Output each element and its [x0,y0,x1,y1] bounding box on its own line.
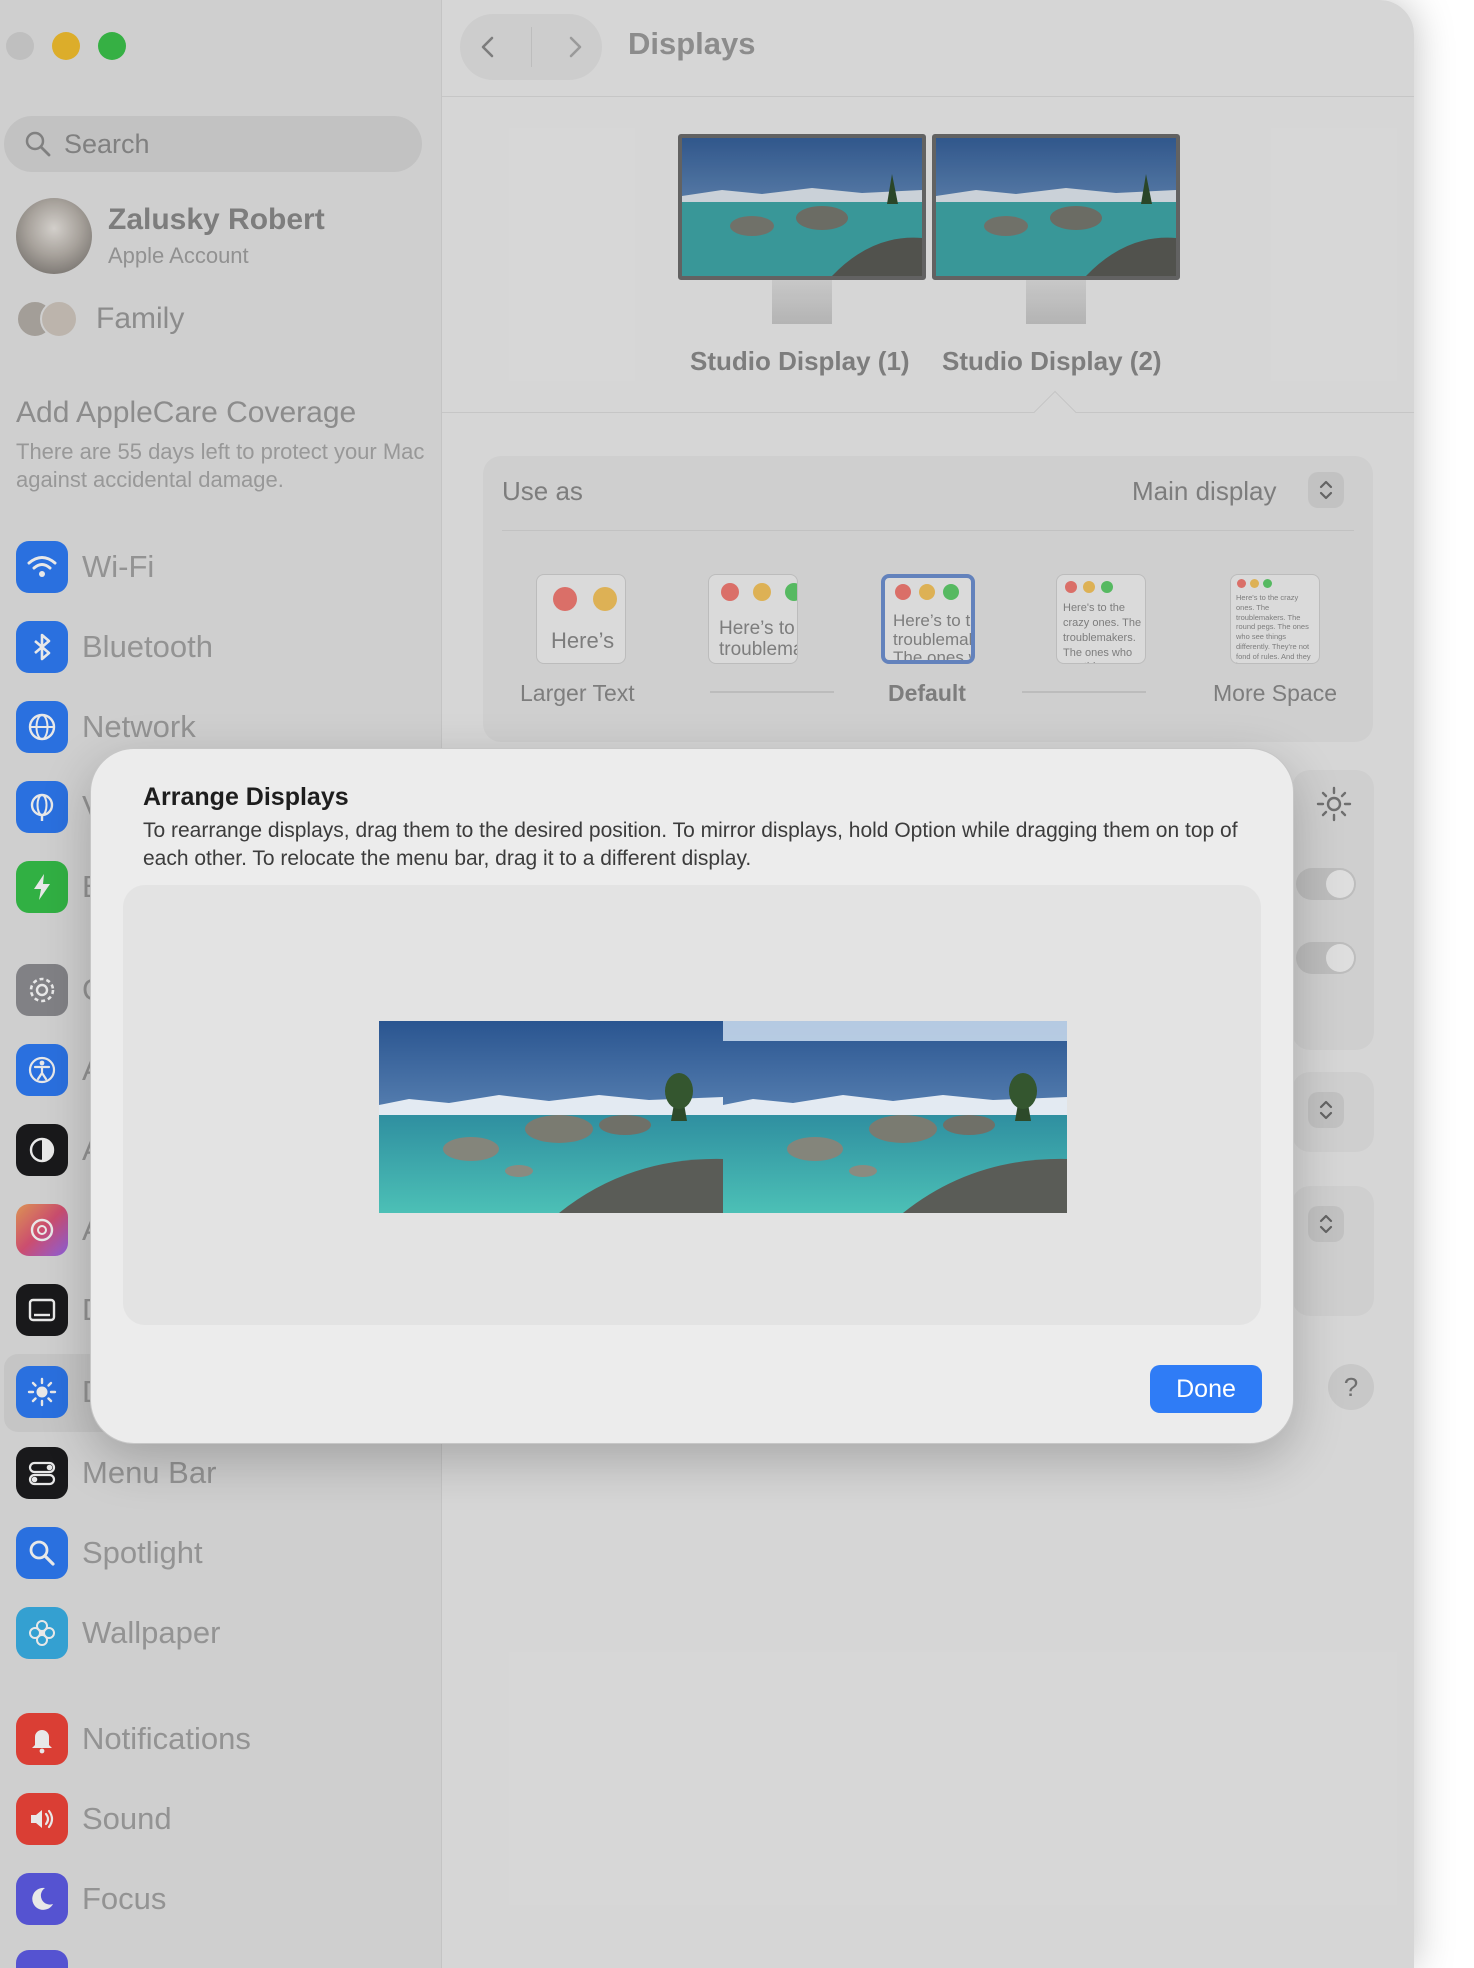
arrange-display-2[interactable] [723,1021,1067,1213]
system-settings-window: Search Zalusky Robert Apple Account Fami… [0,0,1414,1968]
dialog-description: To rearrange displays, drag them to the … [143,819,1238,870]
done-button[interactable]: Done [1150,1365,1262,1413]
dialog-title: Arrange Displays [143,783,349,811]
arrange-displays-dialog: Arrange Displays To rearrange displays, … [90,748,1294,1444]
display-arrangement-area[interactable] [123,885,1261,1325]
arrange-display-1[interactable] [379,1021,723,1213]
menu-bar-indicator[interactable] [723,1021,1067,1041]
